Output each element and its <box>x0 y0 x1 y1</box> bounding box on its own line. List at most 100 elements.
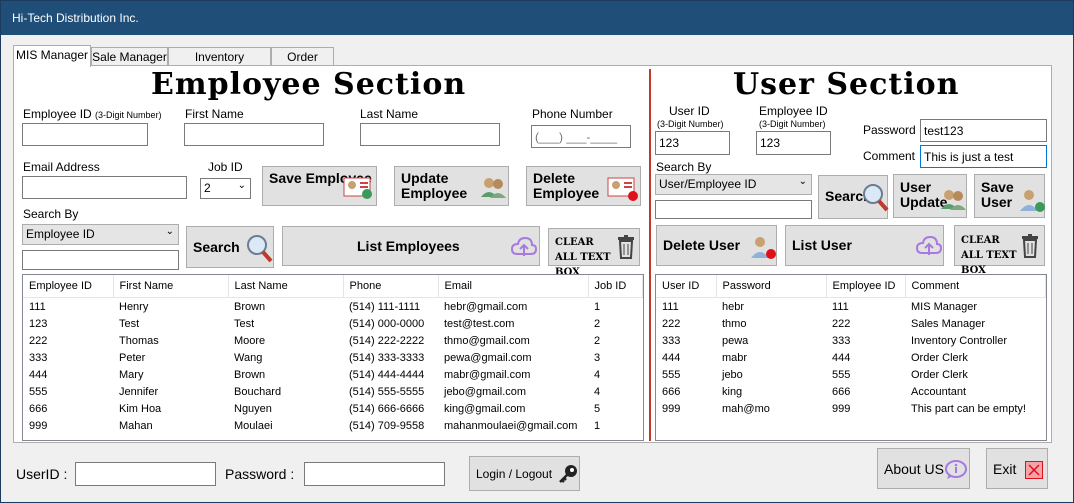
employee-search-button[interactable]: Search <box>186 226 274 268</box>
magnifier-icon <box>861 182 889 215</box>
user-grid[interactable]: User ID Password Employee ID Comment 111 heb… <box>655 274 1047 441</box>
table-cell: 555 <box>29 385 48 398</box>
table-row[interactable]: 666 Kim Hoa Nguyen (514) 666-6666 king@gmail… <box>23 400 643 417</box>
phone-number-input[interactable] <box>531 125 631 148</box>
employee-clear-button[interactable]: CLEAR ALL TEXT BOX <box>548 228 640 278</box>
table-row[interactable]: 444 Mary Brown (514) 444-4444 mabr@gmail.com… <box>23 366 643 383</box>
table-cell: king@gmail.com <box>444 402 526 415</box>
user-id-input[interactable] <box>655 131 730 155</box>
table-row[interactable]: 222 Thomas Moore (514) 222-2222 thmo@gmail.c… <box>23 332 643 349</box>
table-cell: 111 <box>662 300 679 313</box>
password-input[interactable] <box>920 119 1047 142</box>
user-update-button[interactable]: User Update <box>893 174 967 218</box>
tab-order-clerk[interactable]: Order Clerk <box>271 47 334 83</box>
table-cell: (514) 000-0000 <box>349 317 425 330</box>
comment-input[interactable] <box>920 145 1047 168</box>
table-cell: mahanmoulaei@gmail.com <box>444 419 578 432</box>
table-row[interactable]: 999 Mahan Moulaei (514) 709-9558 mahanmoulae… <box>23 417 643 434</box>
last-name-input[interactable] <box>360 123 500 146</box>
table-row[interactable]: 999 mah@mo 999 This part can be empty! <box>656 400 1046 417</box>
table-cell: mabr <box>722 351 748 364</box>
exit-button[interactable]: Exit <box>986 448 1048 489</box>
delete-employee-button[interactable]: Delete Employee <box>526 166 641 206</box>
table-row[interactable]: 333 Peter Wang (514) 333-3333 pewa@gmail.com… <box>23 349 643 366</box>
table-cell: Brown <box>234 300 266 313</box>
tab-mis-manager[interactable]: MIS Manager <box>13 45 91 67</box>
delete-user-button[interactable]: Delete User <box>656 225 777 266</box>
table-cell: 222 <box>29 334 48 347</box>
job-id-select[interactable]: 2 ⌄ <box>200 178 251 199</box>
table-row[interactable]: 666 king 666 Accountant <box>656 383 1046 400</box>
job-id-label: Job ID <box>208 160 243 174</box>
column-header[interactable]: Password <box>716 275 827 298</box>
table-cell: 333 <box>29 351 48 364</box>
column-header[interactable]: Last Name <box>228 275 344 298</box>
column-header[interactable]: Employee ID <box>826 275 906 298</box>
table-row[interactable]: 555 jebo 555 Order Clerk <box>656 366 1046 383</box>
table-cell: 4 <box>594 368 601 381</box>
table-cell: thmo@gmail.com <box>444 334 530 347</box>
email-input[interactable] <box>22 176 187 199</box>
tab-inventory-controller[interactable]: Inventory Controller <box>168 47 271 83</box>
table-row[interactable]: 111 hebr 111 MIS Manager <box>656 298 1046 316</box>
table-cell: Wang <box>234 351 263 364</box>
remove-person-icon <box>607 174 639 205</box>
table-cell: 666 <box>662 385 681 398</box>
employee-grid[interactable]: Employee ID First Name Last Name Phone Email… <box>22 274 644 441</box>
login-userid-input[interactable] <box>75 462 216 486</box>
table-cell: Sales Manager <box>911 317 985 330</box>
login-password-input[interactable] <box>304 462 445 486</box>
users-icon <box>479 175 507 202</box>
table-row[interactable]: 222 thmo 222 Sales Manager <box>656 315 1046 332</box>
table-row[interactable]: 111 Henry Brown (514) 111-1111 hebr@gmail.co… <box>23 298 643 316</box>
table-cell: 2 <box>594 317 601 330</box>
user-employee-id-input[interactable] <box>756 131 831 155</box>
about-us-button[interactable]: About US <box>877 448 970 489</box>
table-cell: 1 <box>594 419 601 432</box>
save-user-button[interactable]: Save User <box>974 174 1045 218</box>
phone-number-label: Phone Number <box>532 107 613 121</box>
employee-search-input[interactable] <box>22 250 179 270</box>
user-search-by-select[interactable]: User/Employee ID ⌄ <box>655 174 812 195</box>
table-row[interactable]: 444 mabr 444 Order Clerk <box>656 349 1046 366</box>
table-row[interactable]: 123 Test Test (514) 000-0000 test@test.com 2 <box>23 315 643 332</box>
column-header[interactable]: First Name <box>113 275 229 298</box>
column-header[interactable]: Email <box>438 275 589 298</box>
column-header[interactable]: Comment <box>905 275 1046 298</box>
table-cell: Test <box>119 317 140 330</box>
table-cell: 555 <box>832 368 851 381</box>
column-header[interactable]: Phone <box>343 275 439 298</box>
table-row[interactable]: 555 Jennifer Bouchard (514) 555-5555 jebo@gm… <box>23 383 643 400</box>
column-header[interactable]: User ID <box>656 275 717 298</box>
table-row[interactable]: 333 pewa 333 Inventory Controller <box>656 332 1046 349</box>
cloud-upload-icon <box>915 235 943 260</box>
table-cell: (514) 111-1111 <box>349 300 421 313</box>
table-cell: 2 <box>594 334 601 347</box>
employee-id-input[interactable] <box>22 123 148 146</box>
magnifier-icon <box>245 233 273 266</box>
table-cell: Moore <box>234 334 266 347</box>
window-title: Hi-Tech Distribution Inc. <box>12 11 139 25</box>
login-logout-button[interactable]: Login / Logout <box>469 456 580 491</box>
column-header[interactable]: Job ID <box>588 275 643 298</box>
first-name-input[interactable] <box>184 123 324 146</box>
column-header[interactable]: Employee ID <box>23 275 114 298</box>
list-employees-button[interactable]: List Employees <box>282 226 540 266</box>
save-employee-button[interactable]: Save Employee <box>262 166 377 206</box>
user-search-input[interactable] <box>655 200 812 219</box>
table-cell: thmo <box>722 317 747 330</box>
employee-id-label: Employee ID (3-Digit Number) <box>23 107 162 121</box>
tab-sale-manager[interactable]: Sale Manager <box>91 47 168 66</box>
user-section-heading: User Section <box>733 67 960 102</box>
update-employee-button[interactable]: Update Employee <box>394 166 509 206</box>
employee-search-by-select[interactable]: Employee ID ⌄ <box>22 224 179 245</box>
list-user-button[interactable]: List User <box>785 225 944 266</box>
user-id-hint: (3-Digit Number) <box>657 119 724 129</box>
employee-search-by-label: Search By <box>23 207 79 221</box>
chevron-down-icon: ⌄ <box>798 176 807 187</box>
table-cell: mabr@gmail.com <box>444 368 531 381</box>
user-search-button[interactable]: Search <box>818 175 889 219</box>
table-cell: king <box>722 385 743 398</box>
user-clear-button[interactable]: CLEAR ALL TEXT BOX <box>954 225 1045 276</box>
first-name-label: First Name <box>185 107 244 121</box>
